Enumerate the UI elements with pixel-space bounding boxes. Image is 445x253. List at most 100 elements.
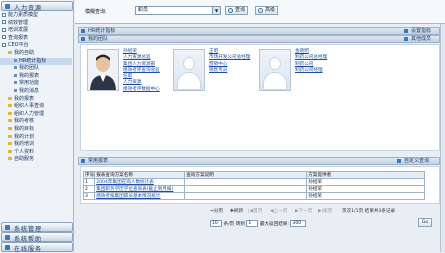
goto-label: 转到 (235, 222, 245, 227)
sidebar-item[interactable]: 我的报表 (0, 96, 72, 104)
sidebar-item-label: 我的消息 (19, 87, 40, 94)
refresh-button[interactable]: ✚刷新 (230, 208, 243, 214)
folder-icon (8, 104, 12, 108)
sidebar-item-label: 我的计划 (14, 133, 35, 140)
sidebar-header-help[interactable]: 系统帮助 (1, 232, 73, 243)
search-type-select[interactable]: 职员 ▼ (135, 6, 221, 15)
max-results-input[interactable]: 300 (290, 220, 307, 227)
employee-detail-link[interactable]: 绩效考评数据中心 (123, 87, 171, 93)
sidebar-item[interactable]: 我的消息 (0, 88, 72, 96)
folder-icon (8, 50, 12, 54)
table-row[interactable]: 3 绩效考核集团职员基本情况统计 孙绍荣 (82, 192, 425, 200)
last-page-button[interactable]: ▶|尾页 (318, 208, 332, 214)
sidebar-item[interactable]: 组织人力管理 (0, 111, 72, 119)
sidebar-item[interactable]: 我的考核 (0, 118, 72, 126)
expand-icon (2, 35, 6, 40)
expand-icon (2, 42, 6, 47)
sidebar-item[interactable]: 我的目标 (0, 126, 72, 134)
folder-icon (8, 142, 12, 146)
page-size-label: 条/页 (223, 222, 235, 227)
sidebar-item[interactable]: 组织人事查询 (0, 103, 72, 111)
sidebar-item[interactable]: 我的自助 (0, 50, 72, 58)
advanced-search-icon (258, 8, 263, 13)
sidebar-item[interactable]: 个人资料 (0, 149, 72, 157)
system-icon (5, 225, 10, 230)
sidebar-item-label: 绩效管理 (8, 19, 29, 26)
page-size-input[interactable]: 10 (210, 220, 222, 227)
row-index: 2 (82, 185, 96, 193)
sidebar-header-online[interactable]: 在线服务 (1, 242, 73, 253)
last-label: 尾页 (323, 209, 333, 214)
sidebar-item-label: 我的团队 (19, 65, 40, 72)
sidebar-item-label: 组织人力管理 (14, 110, 45, 117)
report-name-link[interactable]: 2004年集团在岗人数统计表 (94, 178, 186, 186)
report-name-link[interactable]: 绩效考核集团职员基本情况统计 (94, 192, 186, 200)
expand-icon (2, 20, 6, 25)
sidebar-item-label: 我的培训 (14, 141, 35, 148)
sidebar-item[interactable]: 培训发展 (0, 27, 72, 35)
bullet-icon (14, 81, 17, 85)
employee-detail-link[interactable]: 销售专员 (209, 68, 257, 74)
team-panel-title: 我的团队 (88, 36, 109, 42)
sidebar-item[interactable]: CEO平台 (0, 42, 72, 50)
query-button-label: 查询 (235, 7, 246, 13)
avatar (259, 49, 291, 91)
advanced-button-label: 高级 (265, 7, 276, 13)
next-page-button[interactable]: ▶下一页 (295, 208, 312, 214)
sidebar-item[interactable]: 自助服务 (0, 156, 72, 164)
report-description (184, 192, 308, 200)
table-row[interactable]: 1 2004年集团在岗人数统计表 孙绍荣 (82, 178, 425, 186)
vertical-scrollbar[interactable] (440, 24, 445, 252)
settings-icon (404, 29, 408, 33)
sidebar-item[interactable]: 我的培训 (0, 141, 72, 149)
share-page-button[interactable]: ⇒分页 (210, 208, 223, 214)
sidebar-item-label: 我的目标 (14, 125, 35, 132)
avatar (173, 49, 205, 91)
stats-panel-title: HR统计指标 (88, 28, 116, 34)
sidebar-header-system[interactable]: 系统管理 (1, 222, 73, 233)
chevron-down-icon[interactable]: ▼ (212, 7, 220, 14)
sidebar-item-label: HR统计指标 (19, 57, 47, 64)
members-icon (404, 37, 408, 41)
sidebar-item-label: 个人资料 (14, 148, 35, 155)
search-type-value: 职员 (138, 7, 149, 13)
set-indicators-link[interactable]: 设置指标 (404, 28, 431, 34)
employee-detail-link[interactable]: 制药公司经理 (295, 68, 343, 74)
report-name-link[interactable]: 集团职务学历学位查询表(截止到月报) (94, 185, 186, 193)
sidebar-item[interactable]: 能力素质模型 (0, 12, 72, 20)
prev-page-button[interactable]: ◀上一页 (270, 208, 287, 214)
table-body: 1 2004年集团在岗人数统计表 孙绍荣 2 集团职务学历学位查询表(截止到月报) 孙绍荣… (82, 178, 425, 200)
sidebar-item[interactable]: 我的团队 (0, 65, 72, 73)
prev-label: 上一页 (273, 209, 288, 214)
reports-panel-header[interactable]: 常用报表 自定义查询 (78, 157, 440, 165)
team-panel-header[interactable]: 我的团队 其他成员 (78, 35, 440, 43)
advanced-search-button[interactable]: 高级 (255, 6, 279, 15)
app-window: 人力资源 能力素质模型 绩效管理 培训发展 查询报表 CEO平台 我的自助 HR统计指标 我的… (0, 0, 445, 253)
go-button[interactable]: Go (418, 218, 432, 227)
folder-icon (8, 149, 12, 153)
bullet-icon (14, 66, 17, 70)
stats-panel-header[interactable]: HR统计指标 设置指标 (78, 27, 440, 35)
sidebar-header-hr[interactable]: 人力资源 (1, 1, 73, 12)
share-label: 分页 (213, 209, 224, 214)
hr-module-icon (5, 4, 10, 9)
page-size-group: 10 条/页 转到 1 最大返回结果: 300 (210, 220, 307, 227)
sidebar-item-label: 我的自助 (14, 49, 35, 56)
sidebar-item[interactable]: 我的计划 (0, 134, 72, 142)
custom-query-link[interactable]: 自定义查询 (397, 158, 429, 164)
expand-icon (2, 27, 6, 32)
folder-icon (8, 134, 12, 138)
col-header-description: 查询方案说明 (184, 171, 308, 179)
other-members-link[interactable]: 其他成员 (404, 36, 431, 42)
employee-detail-link[interactable]: 市场开发公司总经理 (209, 55, 257, 61)
reports-panel-title: 常用报表 (88, 158, 109, 164)
goto-page-input[interactable]: 1 (246, 220, 259, 227)
bullet-icon (14, 73, 17, 77)
table-row[interactable]: 2 集团职务学历学位查询表(截止到月报) 孙绍荣 (82, 185, 425, 193)
search-icon (228, 8, 233, 13)
sidebar-item[interactable]: 常用功能 (0, 80, 72, 88)
sidebar-item-label: 查询报表 (8, 34, 29, 41)
query-button[interactable]: 查询 (225, 6, 249, 15)
max-results-label: 最大返回结果: (259, 222, 289, 227)
first-page-button[interactable]: |◀首页 (248, 208, 262, 214)
